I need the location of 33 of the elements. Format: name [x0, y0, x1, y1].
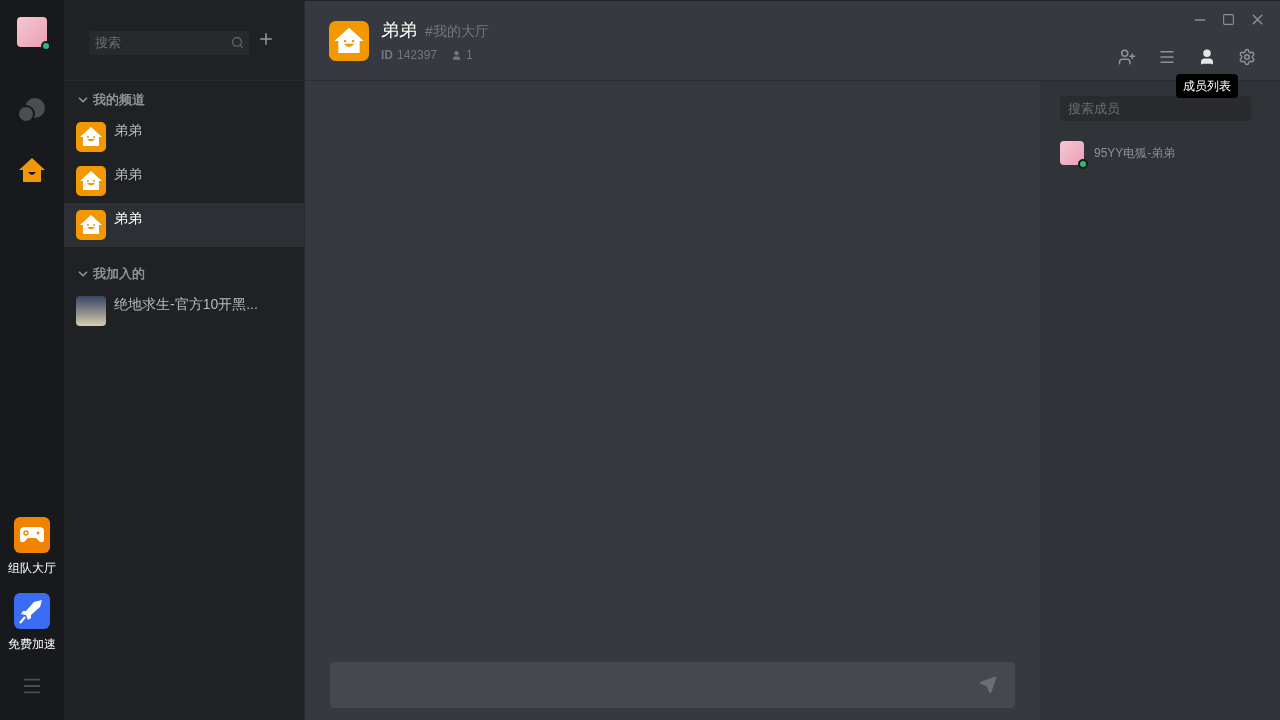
app-launcher-button[interactable]: 组队大厅 — [8, 517, 56, 577]
photo-placeholder — [76, 296, 106, 326]
house-icon[interactable] — [18, 157, 46, 183]
maximize-icon[interactable] — [1222, 13, 1235, 26]
house-icon — [76, 122, 106, 152]
member-count: 1 — [466, 47, 473, 64]
search-field[interactable]: 搜索 — [89, 30, 249, 55]
channel-item[interactable]: 弟弟 — [64, 115, 304, 159]
house-icon — [76, 210, 106, 240]
user-icon — [451, 49, 463, 61]
chat-icon[interactable] — [17, 97, 47, 123]
channel-house-icon — [329, 20, 369, 61]
app-launcher-button[interactable]: 免费加速 — [8, 593, 56, 653]
section-header[interactable]: 我加入的 — [64, 267, 304, 281]
member-item[interactable]: 95YY电狐-弟弟 — [1060, 141, 1251, 165]
rocket-icon — [14, 593, 50, 629]
avatar-picture — [17, 17, 47, 47]
channel-item[interactable]: 弟弟 — [64, 203, 304, 247]
channel-title: 弟弟 — [381, 19, 417, 42]
id-label: ID — [381, 47, 393, 64]
channel-subtitle: #我的大厅 — [425, 22, 489, 41]
member-search-field[interactable]: 搜索成员 — [1060, 96, 1251, 121]
house-icon — [76, 166, 106, 196]
message-input-field[interactable] — [330, 662, 1015, 708]
channel-id: 142397 — [397, 47, 438, 64]
search-icon — [231, 36, 244, 49]
channel-item[interactable]: 绝地求生-官方10开黑... — [64, 289, 304, 333]
tooltip: 成员列表 — [1176, 74, 1238, 98]
section-header[interactable]: 我的频道 — [64, 93, 304, 107]
channel-item[interactable]: 弟弟 — [64, 159, 304, 203]
gamepad-icon — [14, 517, 50, 553]
avatar-picture — [1060, 141, 1084, 165]
add-icon[interactable] — [257, 30, 275, 48]
